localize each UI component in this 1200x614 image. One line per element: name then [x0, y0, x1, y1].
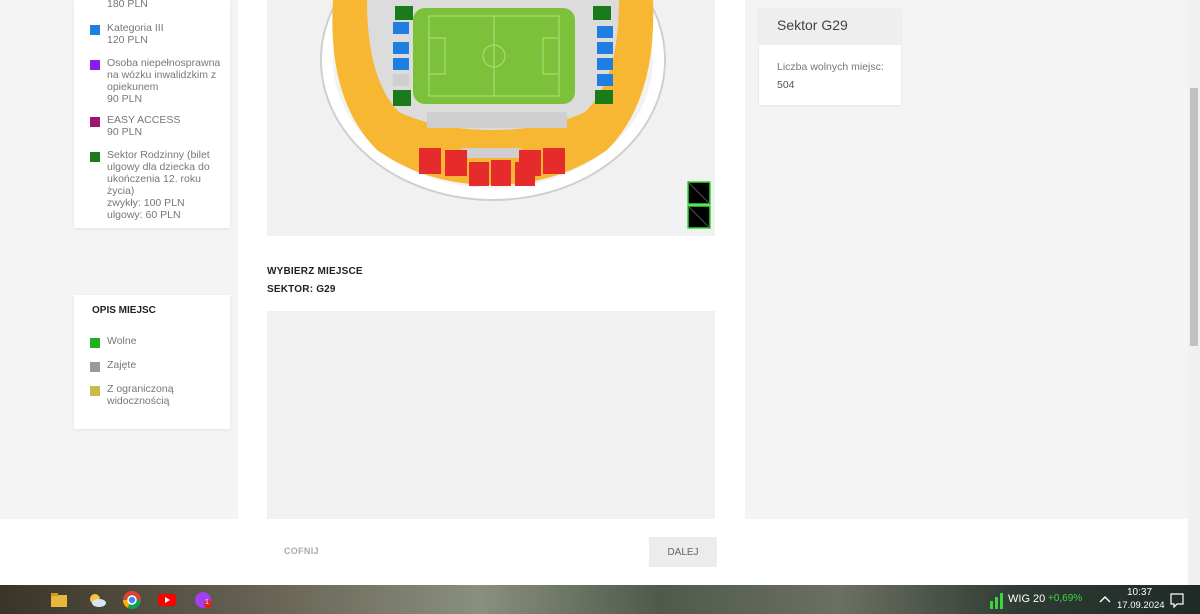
legend-item-top: 180 PLN	[107, 0, 148, 10]
sector-info-card: Sektor G29 Liczba wolnych miejsc: 504	[759, 8, 901, 105]
legend-label: EASY ACCESS 90 PLN	[107, 114, 181, 138]
choose-seat-heading: WYBIERZ MIEJSCE	[267, 266, 363, 277]
chevron-up-icon[interactable]	[1094, 589, 1116, 611]
legend-label: Wolne	[107, 335, 137, 347]
legend-swatch	[90, 117, 100, 127]
notification-badge: 1	[205, 599, 209, 606]
legend-swatch	[90, 386, 100, 396]
legend-item-wheelchair: Osoba niepełnosprawna na wózku inwalidzk…	[90, 57, 220, 105]
legend-label: 180 PLN	[107, 0, 148, 10]
back-button[interactable]: COFNIJ	[284, 546, 319, 556]
legend-label: Kategoria III 120 PLN	[107, 22, 164, 46]
legend-item-easy-access: EASY ACCESS 90 PLN	[90, 114, 180, 138]
sector-heading: SEKTOR: G29	[267, 284, 336, 295]
legend-swatch	[90, 152, 100, 162]
legend-item-category-3: Kategoria III 120 PLN	[90, 22, 164, 46]
messenger-icon[interactable]: 1	[192, 589, 214, 611]
stadium-svg[interactable]	[267, 0, 715, 236]
notifications-icon[interactable]	[1166, 589, 1188, 611]
os-taskbar: 1 WIG 20 +0,69% 10:37 17.09.2024	[0, 585, 1200, 614]
legend-swatch	[90, 338, 100, 348]
legend-label: Sektor Rodzinny (bilet ulgowy dla dzieck…	[107, 149, 210, 221]
clock-date[interactable]: 17.09.2024	[1117, 600, 1165, 611]
legend-label: Osoba niepełnosprawna na wózku inwalidzk…	[107, 57, 221, 105]
sector-card-title: Sektor G29	[759, 8, 901, 45]
youtube-icon[interactable]	[156, 589, 178, 611]
file-explorer-icon[interactable]	[48, 589, 70, 611]
seat-status-taken: Zajęte	[90, 359, 136, 372]
chrome-icon[interactable]	[121, 589, 143, 611]
seat-grid-area[interactable]	[267, 311, 715, 520]
footer-bar	[0, 519, 1200, 585]
main-column: WYBIERZ MIEJSCE SEKTOR: G29	[238, 0, 745, 520]
ticker-change[interactable]: +0,69%	[1048, 593, 1082, 604]
free-seats-count: 504	[777, 79, 795, 91]
seat-description-title: OPIS MIEJSC	[92, 305, 156, 316]
ticker-name[interactable]: WIG 20	[1008, 593, 1045, 605]
legend-swatch	[90, 60, 100, 70]
next-button[interactable]: DALEJ	[649, 537, 717, 567]
free-seats-label: Liczba wolnych miejsc:	[777, 61, 884, 73]
page-scrollbar[interactable]	[1188, 0, 1200, 585]
seat-status-limited-view: Z ograniczoną widocznością	[90, 383, 174, 407]
weather-icon[interactable]	[86, 589, 108, 611]
stadium-map[interactable]	[267, 0, 715, 236]
legend-swatch	[90, 362, 100, 372]
stock-chart-icon[interactable]	[986, 589, 1008, 611]
price-legend-panel: 180 PLN Kategoria III 120 PLN Osoba niep…	[74, 0, 230, 228]
seat-description-panel: OPIS MIEJSC Wolne Zajęte Z ograniczoną w…	[74, 295, 230, 429]
legend-label: Zajęte	[107, 359, 137, 371]
scrollbar-thumb[interactable]	[1190, 88, 1198, 346]
legend-swatch	[90, 25, 100, 35]
legend-label: Z ograniczoną widocznością	[107, 383, 174, 407]
legend-item-family-sector: Sektor Rodzinny (bilet ulgowy dla dzieck…	[90, 149, 230, 221]
seat-status-free: Wolne	[90, 335, 137, 348]
clock-time[interactable]: 10:37	[1127, 587, 1152, 598]
